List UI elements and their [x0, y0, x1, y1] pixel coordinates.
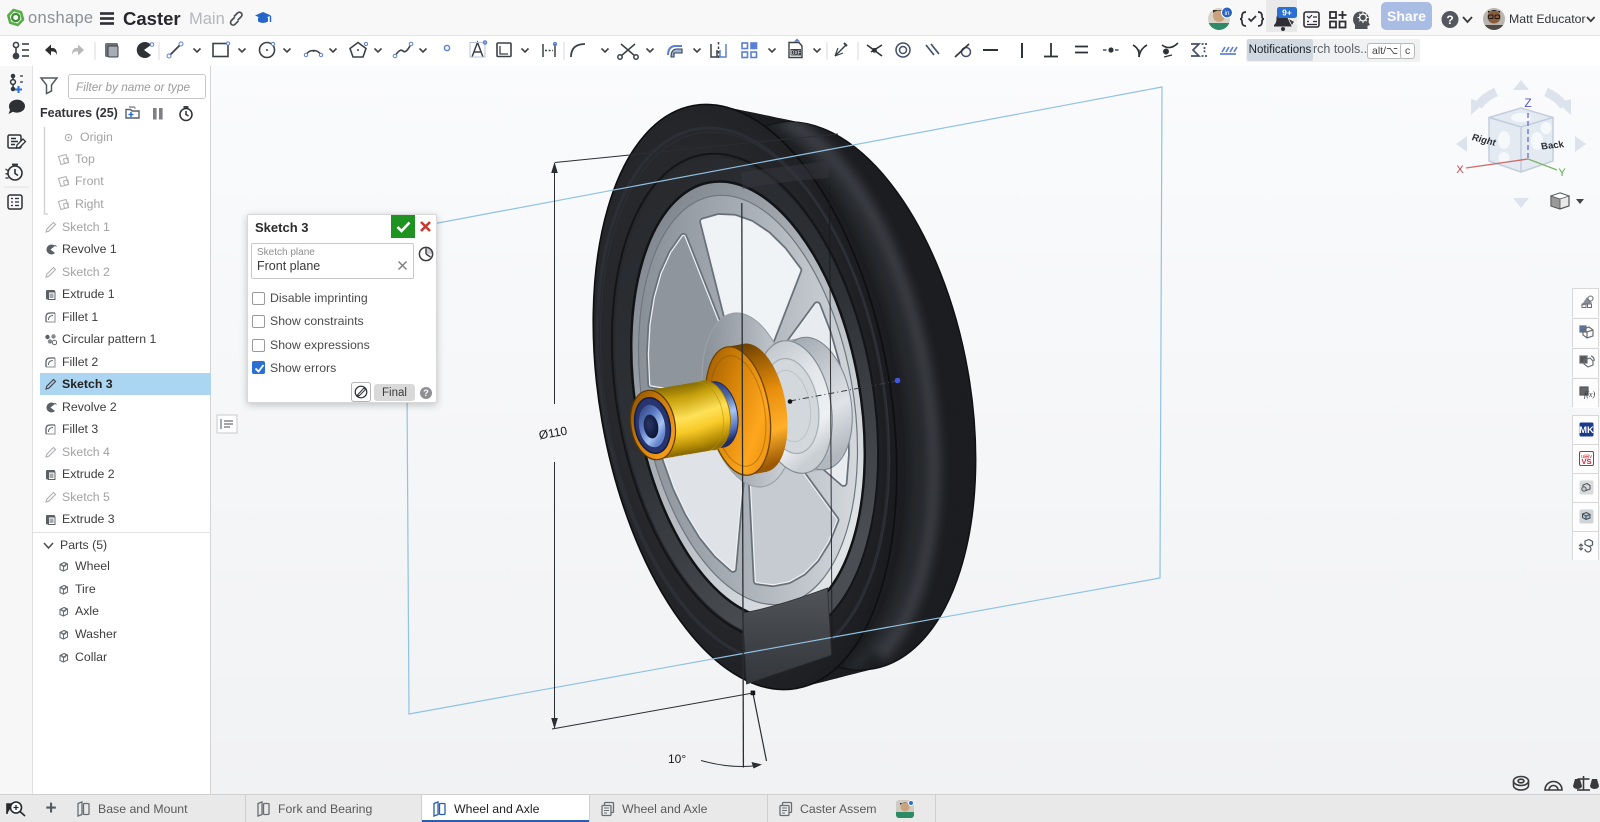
svg-text:MK: MK	[1579, 425, 1594, 436]
svg-text:X: X	[1456, 164, 1464, 176]
svg-text:Main: Main	[189, 10, 225, 28]
svg-text:Y: Y	[1558, 167, 1566, 179]
svg-text:9+: 9+	[1282, 8, 1292, 18]
svg-text:Caster: Caster	[123, 8, 181, 29]
svg-text:Matt Educator: Matt Educator	[1509, 12, 1586, 26]
svg-text:VS: VS	[1581, 457, 1591, 466]
svg-text:DXF: DXF	[791, 51, 801, 57]
svg-text:Ø110: Ø110	[538, 424, 569, 443]
svg-text:Back: Back	[1540, 139, 1566, 152]
svg-text:f(x): f(x)	[1584, 390, 1595, 399]
svg-text:onshape: onshape	[28, 9, 93, 27]
svg-text:Share: Share	[1387, 8, 1426, 24]
svg-text:Z: Z	[1524, 96, 1531, 110]
svg-text:in: in	[1224, 10, 1229, 17]
svg-text:10°: 10°	[668, 752, 686, 766]
svg-text:?: ?	[1446, 13, 1453, 27]
